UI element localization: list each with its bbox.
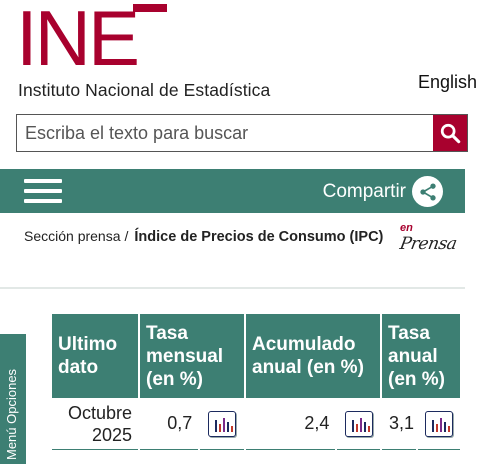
ipc-data-table: Ultimo dato Tasa mensual (en %) Acumulad…: [50, 314, 462, 450]
share-label: Compartir: [322, 180, 406, 202]
header-annual-rate: Tasa anual (en %): [382, 314, 460, 398]
share-icon: [412, 176, 443, 207]
table-row: Octubre 2025 0,7 2,4 3,1: [52, 398, 460, 450]
prensa-badge-text: Prensa: [398, 234, 459, 254]
header-monthly-rate: Tasa mensual (en %): [140, 314, 244, 398]
logo-text: INE: [16, 0, 140, 82]
cell-monthly: 0,7: [140, 398, 199, 450]
prensa-badge-en: en: [400, 222, 413, 234]
breadcrumb: Sección prensa / Índice de Precios de Co…: [24, 228, 383, 245]
main-navbar: Compartir: [0, 169, 465, 213]
header-period: Ultimo dato: [52, 314, 138, 398]
breadcrumb-current: Índice de Precios de Consumo (IPC): [134, 229, 384, 245]
options-menu-tab[interactable]: Menú Opciones: [0, 334, 26, 464]
logo-bar: [133, 4, 167, 12]
ine-logo[interactable]: INE: [16, 0, 168, 82]
search-icon: [440, 123, 461, 144]
cell-period: Octubre 2025: [52, 398, 138, 450]
cell-annual: 3,1: [382, 398, 416, 450]
search-button[interactable]: [433, 115, 467, 151]
options-menu-label: Menú Opciones: [4, 368, 19, 460]
search-input[interactable]: [17, 115, 433, 151]
breadcrumb-separator: /: [124, 228, 129, 244]
cell-cumulative: 2,4: [246, 398, 336, 450]
search-bar: [16, 114, 468, 152]
en-prensa-badge: en Prensa: [398, 222, 458, 258]
institute-name: Instituto Nacional de Estadística: [18, 80, 271, 100]
hamburger-icon[interactable]: [24, 177, 64, 205]
breadcrumb-link-press[interactable]: Sección prensa: [24, 228, 121, 244]
monthly-chart-cell: [200, 398, 244, 450]
cumulative-chart-cell: [337, 398, 380, 450]
table-header-row: Ultimo dato Tasa mensual (en %) Acumulad…: [52, 314, 460, 398]
bar-chart-icon[interactable]: [425, 410, 453, 437]
annual-chart-cell: [418, 398, 460, 450]
language-link-english[interactable]: English: [418, 72, 477, 93]
header-cumulative: Acumulado anual (en %): [246, 314, 380, 398]
bar-chart-icon[interactable]: [208, 410, 237, 437]
section-divider: [0, 287, 465, 289]
share-button[interactable]: Compartir: [323, 176, 443, 207]
bar-chart-icon[interactable]: [344, 410, 373, 437]
